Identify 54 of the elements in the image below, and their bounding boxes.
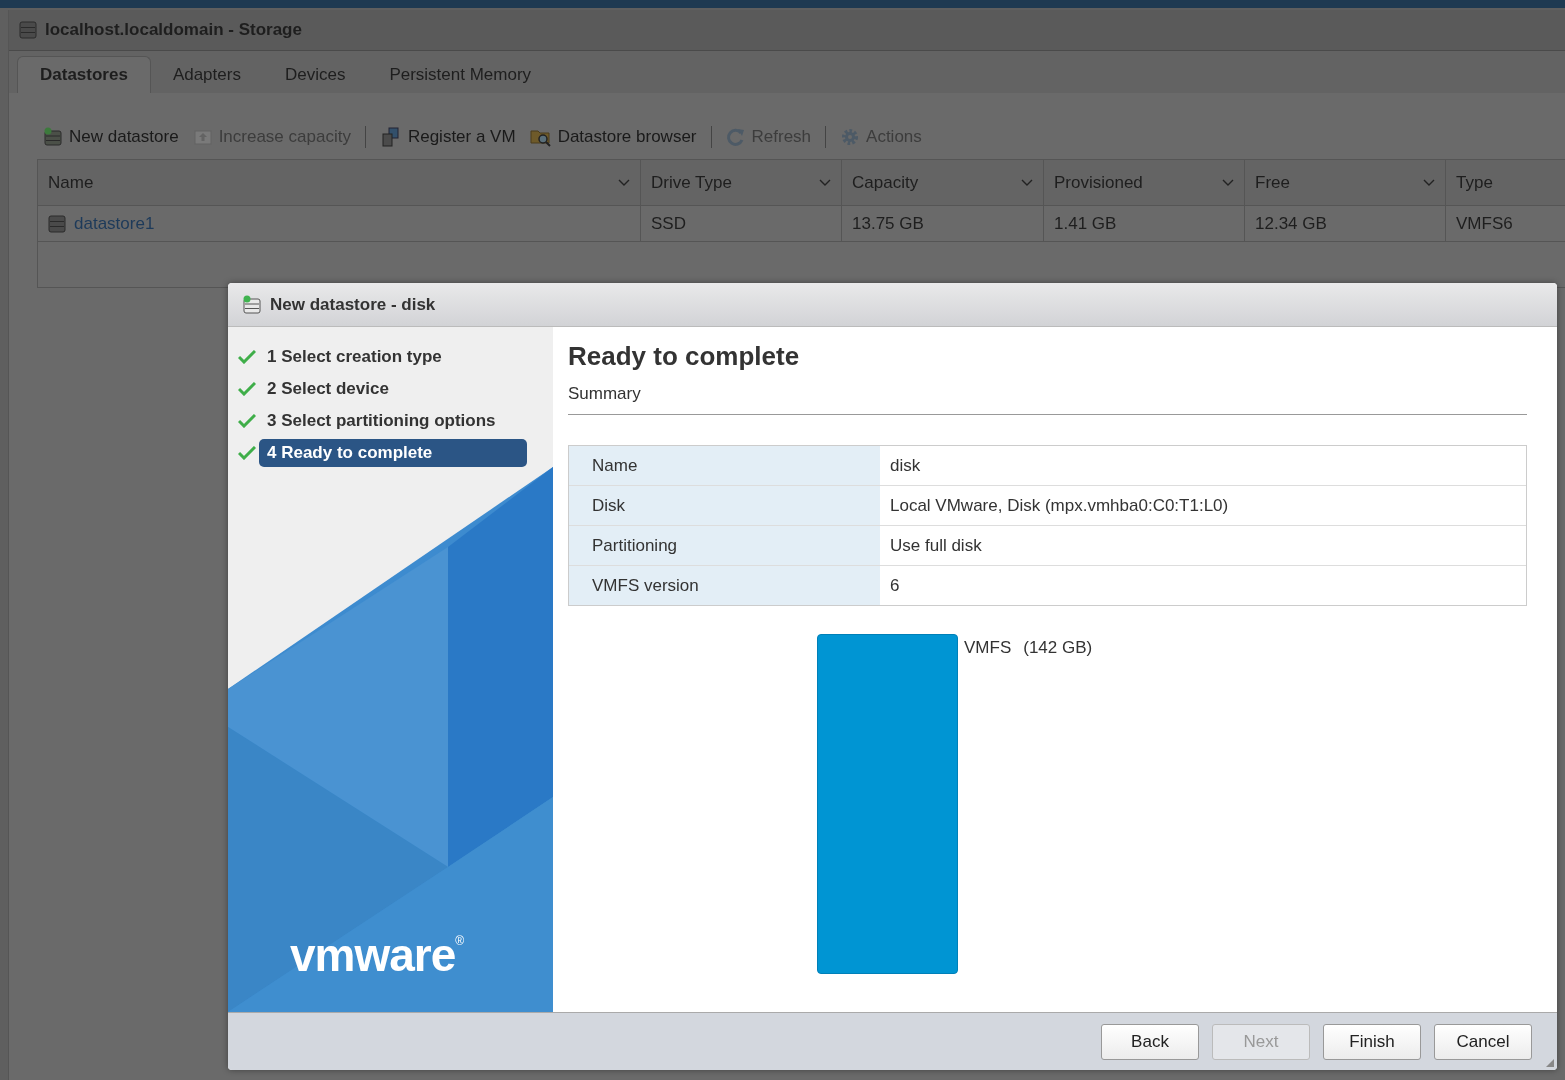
chevron-down-icon — [819, 178, 831, 187]
footer-button[interactable]: Cancel — [1434, 1023, 1532, 1060]
wizard-step[interactable]: 1 Select creation type — [259, 343, 527, 371]
toolbar-button[interactable]: Datastore browser — [529, 126, 697, 148]
servers-icon — [379, 126, 402, 148]
tab[interactable]: Adapters — [150, 57, 263, 93]
summary-key: Disk — [569, 486, 880, 525]
vmware-logo: vmware$^{®}$ — [290, 928, 464, 982]
database-add-icon — [43, 127, 63, 147]
footer-button[interactable]: Back — [1101, 1023, 1199, 1060]
table-cell: SSD — [641, 206, 842, 241]
chevron-down-icon — [1222, 178, 1234, 187]
toolbar-button[interactable]: New datastore — [43, 127, 179, 147]
summary-key: Partitioning — [569, 526, 880, 565]
summary-value: Use full disk — [889, 534, 983, 557]
summary-key: VMFS version — [569, 566, 880, 605]
wizard-step[interactable]: 2 Select device — [259, 375, 527, 403]
column-header[interactable]: Provisioned — [1044, 160, 1245, 205]
footer-button[interactable]: Finish — [1323, 1023, 1421, 1060]
database-icon — [48, 214, 66, 233]
table-cell: VMFS6 — [1446, 206, 1565, 241]
column-header[interactable]: Type — [1446, 160, 1565, 205]
summary-value: Local VMware, Disk (mpx.vmhba0:C0:T1:L0) — [889, 494, 1230, 517]
wizard-step[interactable]: 4 Ready to complete — [259, 439, 527, 467]
table-cell: 13.75 GB — [842, 206, 1044, 241]
resize-grip-icon — [1546, 1059, 1554, 1067]
column-header[interactable]: Capacity — [842, 160, 1044, 205]
column-header[interactable]: Name — [38, 160, 641, 205]
datastore-link[interactable]: datastore1 — [74, 213, 155, 234]
tab[interactable]: Devices — [262, 57, 368, 93]
partition-size: (142 GB) — [1023, 638, 1093, 658]
partition-name: VMFS — [964, 638, 1012, 658]
dialog-title: New datastore - disk — [270, 294, 436, 315]
chevron-down-icon — [1423, 178, 1435, 187]
tab[interactable]: Persistent Memory — [367, 57, 554, 93]
table-cell: 1.41 GB — [1044, 206, 1245, 241]
database-add-icon — [242, 294, 262, 315]
summary-value: disk — [889, 454, 922, 477]
wizard-step[interactable]: 3 Select partitioning options — [259, 407, 527, 435]
page-heading: Ready to complete — [568, 341, 801, 372]
column-header[interactable]: Free — [1245, 160, 1446, 205]
tab[interactable]: Datastores — [17, 56, 151, 93]
summary-value: 6 — [889, 574, 901, 597]
table-cell: 12.34 GB — [1245, 206, 1446, 241]
database-icon — [19, 21, 37, 39]
window-title: localhost.localdomain - Storage — [45, 20, 302, 40]
section-label: Summary — [568, 384, 1527, 415]
refresh-icon — [725, 127, 746, 147]
column-header[interactable]: Drive Type — [641, 160, 842, 205]
settings-icon — [840, 127, 861, 147]
chevron-down-icon — [1021, 178, 1033, 187]
summary-key: Name — [569, 446, 880, 485]
chevron-down-icon — [618, 178, 630, 187]
toolbar-button[interactable]: Register a VM — [379, 126, 516, 148]
